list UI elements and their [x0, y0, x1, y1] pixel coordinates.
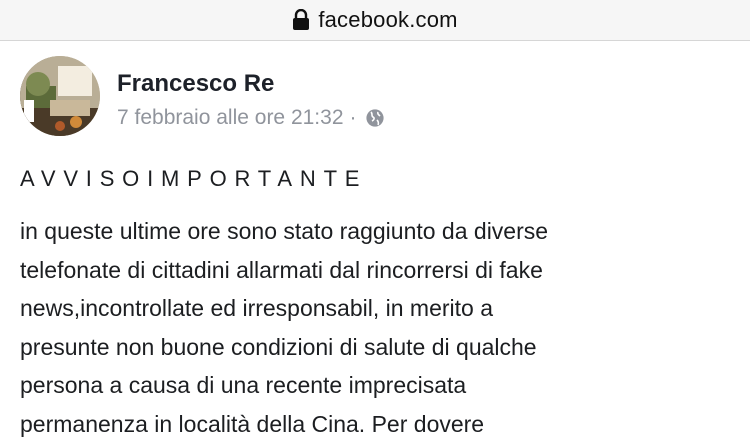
post-body: in queste ultime ore sono stato raggiunt… [20, 212, 740, 443]
post-text-line: presunte non buone condizioni di salute … [20, 328, 740, 367]
post-text-line: news,incontrollate ed irresponsabil, in … [20, 289, 740, 328]
post-text-line: in queste ultime ore sono stato raggiunt… [20, 212, 740, 251]
globe-icon [365, 108, 385, 128]
post-timestamp[interactable]: 7 febbraio alle ore 21:32 [117, 106, 344, 130]
post-header: Francesco Re 7 febbraio alle ore 21:32 · [20, 56, 720, 136]
url-domain: facebook.com [318, 7, 457, 33]
avatar[interactable] [20, 56, 100, 136]
meta-separator: · [350, 106, 357, 130]
post-text-line: permanenza in località della Cina. Per d… [20, 405, 740, 443]
post-author[interactable]: Francesco Re [117, 70, 274, 98]
post-text-line: persona a causa di una recente imprecisa… [20, 366, 740, 405]
post-title: AVVISOIMPORTANTE [20, 166, 367, 192]
post-meta: 7 febbraio alle ore 21:32 · [117, 106, 385, 130]
lock-icon [292, 9, 310, 31]
post-text-line: telefonate di cittadini allarmati dal ri… [20, 251, 740, 290]
browser-address-bar[interactable]: facebook.com [0, 0, 750, 41]
